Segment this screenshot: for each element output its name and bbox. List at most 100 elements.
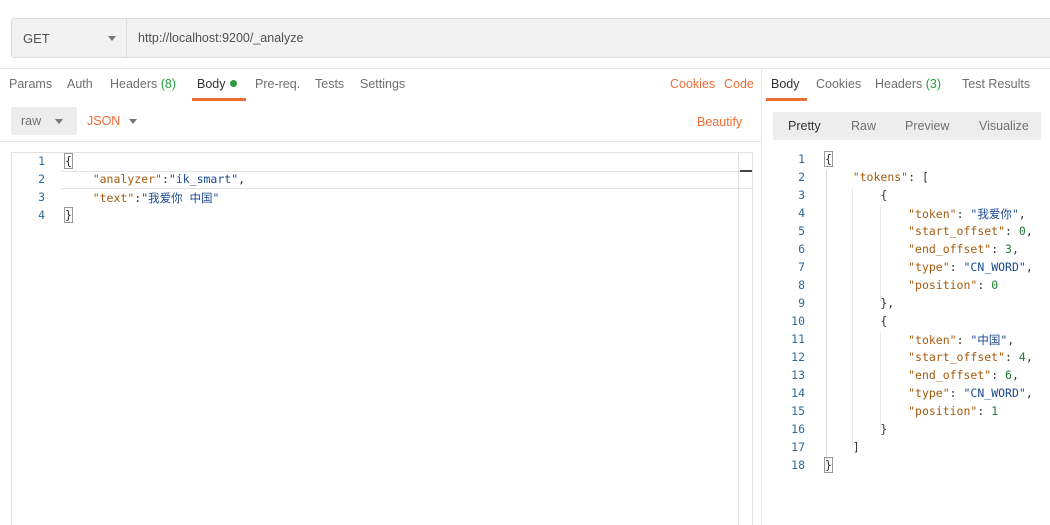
line-number: 5 <box>798 224 805 238</box>
view-tab-preview[interactable]: Preview <box>905 119 949 133</box>
code-line: "token": "我爱你", <box>825 206 1026 222</box>
code-token: { <box>64 153 73 169</box>
code-token: : <box>977 278 992 292</box>
tab-pre-request[interactable]: Pre-req. <box>255 77 300 91</box>
code-link[interactable]: Code <box>724 77 754 91</box>
code-token: { <box>824 151 833 167</box>
code-token: : <box>956 207 971 221</box>
code-line: { <box>824 151 833 167</box>
body-mode-select[interactable]: raw <box>11 107 77 135</box>
cookies-link[interactable]: Cookies <box>670 77 715 91</box>
code-token: 6 <box>1005 368 1012 382</box>
code-token: , <box>1025 260 1033 274</box>
code-token: : <box>949 260 964 274</box>
tab-headers[interactable]: Headers (8) <box>110 77 176 91</box>
code-token: } <box>64 207 73 223</box>
code-token: 0 <box>991 278 999 292</box>
code-token: } <box>824 457 833 473</box>
code-line: } <box>64 207 73 223</box>
code-token: "position" <box>908 278 978 292</box>
code-line: "tokens": [ <box>825 170 929 184</box>
response-tab-cookies[interactable]: Cookies <box>816 77 861 91</box>
line-number: 3 <box>798 188 805 202</box>
code-token: "ik_smart" <box>168 172 239 186</box>
tab-auth[interactable]: Auth <box>67 77 93 91</box>
scrollbar-track <box>738 153 739 525</box>
code-token: : <box>949 386 964 400</box>
response-tab-test-results[interactable]: Test Results <box>962 77 1030 91</box>
response-tab-body[interactable]: Body <box>771 77 800 91</box>
code-token: "CN_WORD" <box>963 386 1026 400</box>
method-select[interactable]: GET <box>12 19 127 57</box>
code-token: , <box>1011 242 1019 256</box>
code-line: "start_offset": 4, <box>825 350 1033 364</box>
code-line: "type": "CN_WORD", <box>825 386 1033 400</box>
code-line: "end_offset": 6, <box>825 368 1019 382</box>
body-mode-label: raw <box>21 114 42 128</box>
code-token: : <box>1005 224 1019 238</box>
line-number: 16 <box>791 422 805 436</box>
code-token: , <box>1018 207 1026 221</box>
code-line: ] <box>825 440 860 454</box>
code-token: "token" <box>908 207 957 221</box>
code-token: { <box>825 314 888 328</box>
response-tab-headers[interactable]: Headers (3) <box>875 77 941 91</box>
view-tab-raw[interactable]: Raw <box>851 119 876 133</box>
tab-tests[interactable]: Tests <box>315 77 344 91</box>
body-format-select[interactable]: JSON <box>87 107 147 135</box>
chevron-down-icon <box>108 36 116 41</box>
line-number: 10 <box>791 314 805 328</box>
code-token: "end_offset" <box>908 242 992 256</box>
scrollbar-thumb[interactable] <box>740 170 752 172</box>
code-line: "position": 0 <box>825 278 998 292</box>
url-input[interactable] <box>128 19 1048 57</box>
code-token: "中国" <box>970 333 1008 347</box>
line-number: 4 <box>38 208 45 222</box>
divider <box>0 68 1050 69</box>
code-line: "type": "CN_WORD", <box>825 260 1033 274</box>
code-token: , <box>238 172 246 186</box>
headers-count: (8) <box>160 77 177 91</box>
line-number: 7 <box>798 260 805 274</box>
code-token: "token" <box>908 333 957 347</box>
line-number: 1 <box>38 154 45 168</box>
code-token: "text" <box>92 191 135 205</box>
modified-dot-icon <box>229 80 237 87</box>
code-token: : <box>161 172 169 186</box>
request-body-editor[interactable] <box>11 152 753 525</box>
beautify-button[interactable]: Beautify <box>697 115 742 129</box>
tab-body[interactable]: Body <box>197 77 237 91</box>
code-line: } <box>824 457 833 473</box>
divider <box>0 141 761 142</box>
view-tab-pretty[interactable]: Pretty <box>788 119 821 133</box>
line-number: 18 <box>791 458 805 472</box>
chevron-down-icon <box>55 119 63 124</box>
code-token: : <box>956 333 971 347</box>
code-line: "position": 1 <box>825 404 998 418</box>
code-token: "tokens" <box>852 170 909 184</box>
code-token: : [ <box>908 170 929 184</box>
code-line: "analyzer":"ik_smart", <box>65 172 245 186</box>
code-token: } <box>825 422 888 436</box>
code-token: "end_offset" <box>908 368 992 382</box>
chevron-down-icon <box>129 119 137 124</box>
view-tab-visualize[interactable]: Visualize <box>979 119 1029 133</box>
code-token: , <box>1025 350 1033 364</box>
code-line: { <box>825 188 887 202</box>
code-line: }, <box>825 296 894 310</box>
tab-settings[interactable]: Settings <box>360 77 405 91</box>
tab-params[interactable]: Params <box>9 77 52 91</box>
code-token: , <box>1007 333 1015 347</box>
response-headers-count: (3) <box>925 77 942 91</box>
line-number: 4 <box>798 206 805 220</box>
